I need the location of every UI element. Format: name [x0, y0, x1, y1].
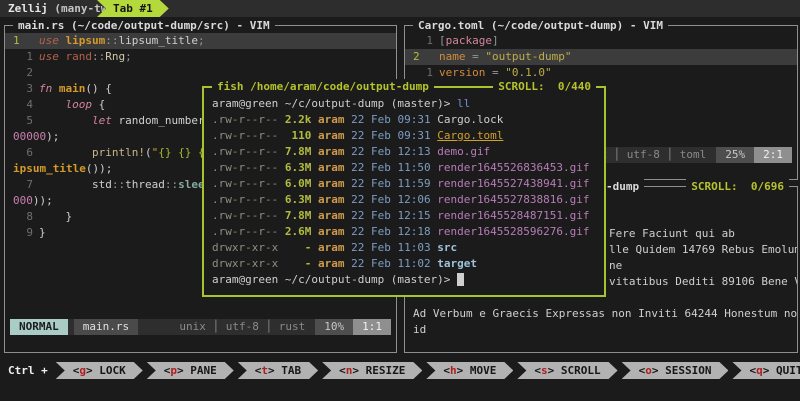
keybar-prefix: Ctrl +	[8, 362, 48, 379]
zellij-screen: Zellij (many-twist) Tab #1 main.rs (~/co…	[0, 0, 800, 401]
code-line: 1version = "0.1.0"	[405, 65, 797, 81]
line-number: 2	[13, 65, 39, 81]
vim-statusline-main: NORMAL main.rs unix │ utf-8 │ rust 10% 1…	[10, 319, 391, 335]
percent-chip: 10%	[315, 319, 353, 335]
shell-line: .rw-r--r-- 2.6M aram 22 Feb 12:18 render…	[204, 224, 604, 240]
tab-1[interactable]: Tab #1	[97, 0, 169, 17]
code-line: 1use rand::Rng;	[5, 49, 396, 65]
output-line: Ad Verbum e Graecis Expressas non Inviti…	[405, 306, 797, 322]
line-number: 6	[13, 145, 39, 161]
line-number: 7	[13, 177, 39, 193]
shell-line: drwxr-xr-x - aram 22 Feb 11:02 target	[204, 256, 604, 272]
top-bar: Zellij (many-twist) Tab #1	[0, 0, 800, 17]
filename-chip: main.rs	[74, 319, 138, 335]
app-name: Zellij	[8, 1, 54, 17]
output-line: id	[405, 322, 797, 338]
shell-line: .rw-r--r-- 2.2k aram 22 Feb 09:31 Cargo.…	[204, 112, 604, 128]
shell-line: drwxr-xr-x - aram 22 Feb 11:03 src	[204, 240, 604, 256]
position-chip: 1:1	[353, 319, 391, 335]
line-number: 1	[13, 49, 39, 65]
keybind-bar: Ctrl + <g> LOCK<p> PANE<t> TAB<n> RESIZE…	[0, 362, 800, 379]
shell-line: .rw-r--r-- 7.8M aram 22 Feb 12:15 render…	[204, 208, 604, 224]
line-number: 5	[13, 113, 39, 129]
keybind-scroll[interactable]: <s> SCROLL	[517, 362, 617, 379]
floating-pane-fish[interactable]: fish /home/aram/code/output-dump SCROLL:…	[202, 86, 606, 297]
keybind-move[interactable]: <h> MOVE	[426, 362, 513, 379]
keybind-tab[interactable]: <t> TAB	[238, 362, 318, 379]
line-number: 3	[13, 81, 39, 97]
keybind-session[interactable]: <o> SESSION	[622, 362, 729, 379]
code-line: 1[package]	[405, 33, 797, 49]
line-number: 9	[13, 225, 39, 241]
code-line: 1use lipsum::lipsum_title;	[5, 33, 396, 49]
shell-line: .rw-r--r-- 7.8M aram 22 Feb 12:13 demo.g…	[204, 144, 604, 160]
keybind-pane[interactable]: <p> PANE	[147, 362, 234, 379]
keybind-lock[interactable]: <g> LOCK	[56, 362, 143, 379]
shell-line: aram@green ~/c/output-dump (master)> ll	[204, 96, 604, 112]
line-number: 2	[413, 49, 439, 65]
hint-bar: (FLOATING PANES VISIBLE): Press Ctrl-p +…	[8, 381, 386, 398]
shell-line: .rw-r--r-- 110 aram 22 Feb 09:31 Cargo.t…	[204, 128, 604, 144]
line-number: 1	[413, 33, 439, 49]
file-meta: unix │ utf-8 │ rust	[179, 319, 315, 335]
keybind-resize[interactable]: <n> RESIZE	[322, 362, 422, 379]
position-chip: 2:1	[754, 147, 792, 163]
line-number: 8	[13, 209, 39, 225]
shell-line: .rw-r--r-- 6.0M aram 22 Feb 11:59 render…	[204, 176, 604, 192]
keybind-quit[interactable]: <q> QUIT	[732, 362, 800, 379]
code-line: 2name = "output-dump"	[405, 49, 797, 65]
line-number: 4	[13, 97, 39, 113]
mode-indicator: NORMAL	[10, 319, 68, 335]
shell-line: .rw-r--r-- 6.3M aram 22 Feb 12:06 render…	[204, 192, 604, 208]
line-number: 1	[13, 33, 39, 49]
shell-line: .rw-r--r-- 6.3M aram 22 Feb 11:50 render…	[204, 160, 604, 176]
percent-chip: 25%	[716, 147, 754, 163]
shell-output-area: aram@green ~/c/output-dump (master)> ll.…	[204, 88, 604, 295]
shell-line: aram@green ~/c/output-dump (master)>	[204, 272, 604, 288]
